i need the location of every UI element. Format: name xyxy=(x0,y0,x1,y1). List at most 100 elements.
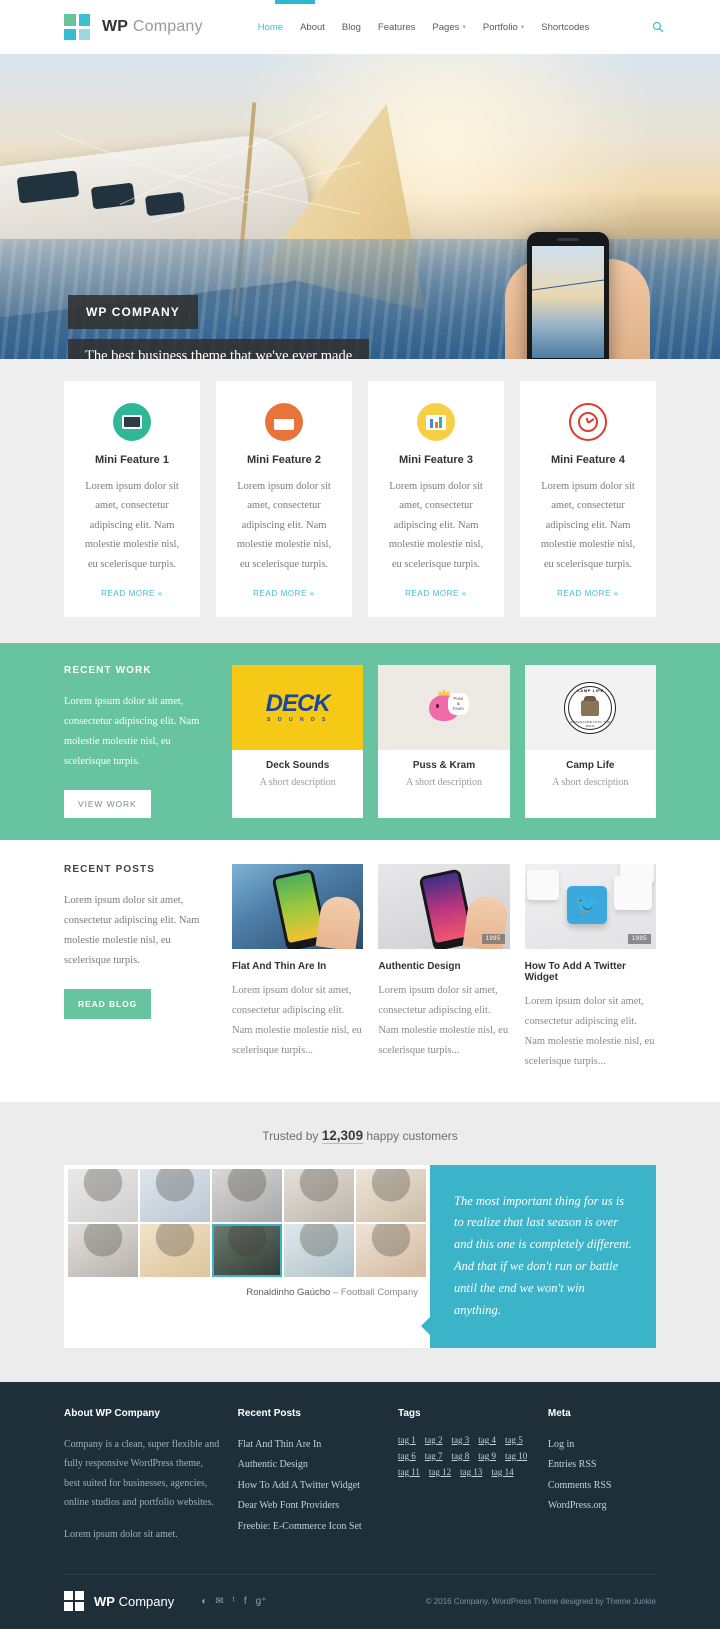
portfolio-list: DECK S O U N D S Deck Sounds A short des… xyxy=(232,665,656,818)
footer-tag-link[interactable]: tag 8 xyxy=(452,1451,470,1461)
read-more-link[interactable]: READ MORE » xyxy=(101,589,163,598)
footer-tag-link[interactable]: tag 9 xyxy=(478,1451,496,1461)
recent-work-heading: RECENT WORK xyxy=(64,665,152,677)
footer-tag-link[interactable]: tag 7 xyxy=(425,1451,443,1461)
footer-logo-text: WP Company xyxy=(94,1594,174,1609)
portfolio-item[interactable]: Puss & Kram Puss & Kram A short descript… xyxy=(378,665,510,818)
hand-graphic xyxy=(315,894,363,949)
chevron-down-icon: ▾ xyxy=(462,24,466,31)
feature-title: Mini Feature 4 xyxy=(551,454,625,466)
footer-heading-recent-posts: Recent Posts xyxy=(237,1407,301,1419)
post-list: Flat And Thin Are In Lorem ipsum dolor s… xyxy=(232,863,656,1072)
portfolio-body: Deck Sounds A short description xyxy=(232,750,363,801)
footer-recent-post-link[interactable]: Dear Web Font Providers xyxy=(238,1496,380,1517)
twitter-icon[interactable]: ᵗ xyxy=(233,1596,235,1607)
post-item[interactable]: 1995 Authentic Design Lorem ipsum dolor … xyxy=(378,863,510,1072)
footer-tag-link[interactable]: tag 6 xyxy=(398,1451,416,1461)
footer-tag-link[interactable]: tag 5 xyxy=(505,1435,523,1445)
trust-suffix: happy customers xyxy=(366,1128,458,1143)
badge-bottom-text: ADVENTURE INTO THE WILD xyxy=(570,719,611,728)
avatar[interactable] xyxy=(140,1168,210,1222)
nav-item-portfolio[interactable]: Portfolio ▾ xyxy=(483,22,524,33)
nav-item-pages[interactable]: Pages ▾ xyxy=(432,22,465,33)
avatar[interactable] xyxy=(68,1223,138,1277)
read-more-link[interactable]: READ MORE » xyxy=(405,589,467,598)
recent-work-text: Lorem ipsum dolor sit amet, consectetur … xyxy=(64,696,200,767)
post-item[interactable]: Flat And Thin Are In Lorem ipsum dolor s… xyxy=(232,863,364,1072)
footer-column-recent-posts: Recent Posts Flat And Thin Are In Authent… xyxy=(238,1408,380,1545)
email-icon[interactable]: ✉ xyxy=(215,1596,223,1607)
portfolio-name: Camp Life xyxy=(566,760,615,772)
trusted-by-line: Trusted by 12,309 happy customers xyxy=(64,1127,656,1144)
feature-text: Lorem ipsum dolor sit amet, consectetur … xyxy=(236,481,332,570)
footer-recent-post-link[interactable]: Authentic Design xyxy=(238,1455,380,1476)
search-icon[interactable] xyxy=(652,21,664,33)
avatar[interactable] xyxy=(68,1168,138,1222)
main-nav: Home About Blog Features Pages ▾ Portfolio ▾ Sho… xyxy=(258,22,590,33)
nav-item-features[interactable]: Features xyxy=(378,22,416,33)
avatar[interactable] xyxy=(284,1223,354,1277)
footer-tag-link[interactable]: tag 4 xyxy=(478,1435,496,1445)
footer-logo[interactable]: WP Company xyxy=(64,1591,174,1612)
portfolio-item[interactable]: DECK S O U N D S Deck Sounds A short des… xyxy=(232,665,364,818)
feature-card: Mini Feature 3 Lorem ipsum dolor sit amet… xyxy=(368,381,504,618)
footer-tag-link[interactable]: tag 2 xyxy=(425,1435,443,1445)
footer-meta-link[interactable]: WordPress.org xyxy=(548,1496,656,1517)
avatar[interactable] xyxy=(212,1168,282,1222)
nav-item-home[interactable]: Home xyxy=(258,22,283,33)
nav-item-shortcodes[interactable]: Shortcodes xyxy=(541,22,589,33)
googleplus-icon[interactable]: g⁺ xyxy=(256,1596,267,1607)
post-title[interactable]: How To Add A Twitter Widget xyxy=(525,961,656,983)
footer-meta-link[interactable]: Log in xyxy=(548,1435,656,1456)
facebook-icon[interactable]: f xyxy=(244,1596,247,1607)
post-title[interactable]: Flat And Thin Are In xyxy=(232,961,363,972)
avatar[interactable] xyxy=(356,1168,426,1222)
read-blog-button[interactable]: READ BLOG xyxy=(64,988,152,1019)
post-title[interactable]: Authentic Design xyxy=(378,961,509,972)
footer-meta-link[interactable]: Entries RSS xyxy=(548,1455,656,1476)
keyboard-key xyxy=(526,869,559,900)
footer-recent-post-link[interactable]: How To Add A Twitter Widget xyxy=(238,1476,380,1497)
post-item[interactable]: 🐦 1995 How To Add A Twitter Widget Lorem… xyxy=(524,863,656,1072)
footer-recent-post-link[interactable]: Flat And Thin Are In xyxy=(238,1435,380,1456)
read-more-link[interactable]: READ MORE » xyxy=(557,589,619,598)
camp-life-badge-icon: CAMP LIFE ADVENTURE INTO THE WILD xyxy=(564,681,617,734)
nav-item-about[interactable]: About xyxy=(300,22,325,33)
view-work-button[interactable]: VIEW WORK xyxy=(64,789,151,818)
rss-icon[interactable]: ◖ xyxy=(200,1596,206,1607)
footer-tag-link[interactable]: tag 12 xyxy=(429,1467,451,1477)
avatar[interactable] xyxy=(284,1168,354,1222)
footer-tag-link[interactable]: tag 11 xyxy=(398,1467,420,1477)
portfolio-item[interactable]: CAMP LIFE ADVENTURE INTO THE WILD Camp L… xyxy=(524,665,656,818)
backpack-icon xyxy=(581,695,600,716)
phone-screen xyxy=(532,246,604,358)
nav-item-label: Blog xyxy=(341,21,361,33)
portfolio-name: Deck Sounds xyxy=(265,760,330,772)
footer-tag-link[interactable]: tag 3 xyxy=(452,1435,470,1445)
twitter-key-icon: 🐦 xyxy=(566,885,607,924)
footer-about-p1: Company is a clean, super flexible and f… xyxy=(64,1438,220,1509)
nav-item-blog[interactable]: Blog xyxy=(342,22,361,33)
speech-bubble: Puss & Kram xyxy=(447,692,469,715)
feature-text: Lorem ipsum dolor sit amet, consectetur … xyxy=(388,481,484,570)
footer-tag-link[interactable]: tag 14 xyxy=(491,1467,513,1477)
footer-meta-link[interactable]: Comments RSS xyxy=(548,1476,656,1497)
avatar[interactable] xyxy=(356,1223,426,1277)
avatar[interactable] xyxy=(140,1223,210,1277)
trust-prefix: Trusted by xyxy=(262,1128,319,1143)
read-more-link[interactable]: READ MORE » xyxy=(253,589,315,598)
post-thumb-twitter-widget: 🐦 1995 xyxy=(524,863,656,949)
footer-about-body: Company is a clean, super flexible and f… xyxy=(64,1435,220,1545)
footer-tag-link[interactable]: tag 13 xyxy=(460,1467,482,1477)
browser-window-icon xyxy=(265,403,303,441)
footer-tag-link[interactable]: tag 10 xyxy=(505,1451,527,1461)
phone-speaker xyxy=(557,238,579,241)
feature-card: Mini Feature 4 Lorem ipsum dolor sit amet… xyxy=(520,381,656,618)
footer-recent-post-link[interactable]: Freebie: E-Commerce Icon Set xyxy=(238,1517,380,1538)
feature-title: Mini Feature 1 xyxy=(95,454,169,466)
avatar[interactable] xyxy=(212,1223,282,1277)
testimonial-quote-panel: The most important thing for us is to re… xyxy=(421,1164,656,1348)
nav-item-label: Portfolio xyxy=(482,21,518,33)
footer-tag-link[interactable]: tag 1 xyxy=(398,1435,416,1445)
site-logo[interactable]: WP Company xyxy=(64,14,203,40)
